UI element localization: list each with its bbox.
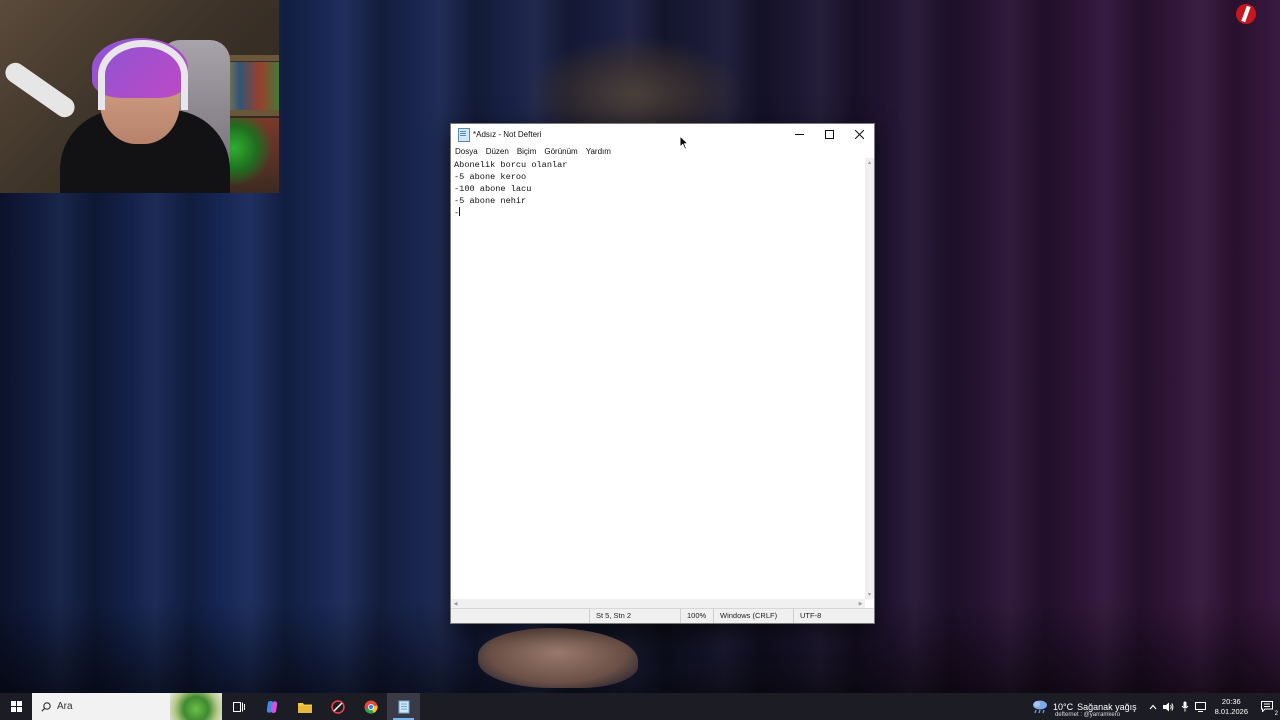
speaker-icon — [1163, 702, 1174, 711]
webcam-overlay — [0, 0, 279, 193]
menu-edit[interactable]: Düzen — [482, 147, 513, 156]
copilot-button[interactable] — [255, 693, 288, 720]
file-explorer-icon — [297, 702, 312, 713]
notepad-taskbar-button[interactable] — [387, 693, 420, 720]
scroll-right-icon[interactable]: ▶ — [856, 599, 865, 608]
mouse-cursor-icon — [679, 135, 689, 150]
window-controls — [784, 124, 874, 144]
notepad-icon — [398, 700, 409, 713]
maximize-icon — [824, 129, 834, 139]
logo-mark-icon — [1236, 4, 1256, 24]
menu-help[interactable]: Yardım — [582, 147, 615, 156]
scroll-down-icon[interactable]: ▼ — [865, 590, 874, 599]
task-view-button[interactable] — [222, 693, 255, 720]
notepad-window[interactable]: *Adsız - Not Defteri Dosya Düzen Biçim G… — [450, 123, 875, 624]
weather-rain-icon — [1032, 700, 1047, 713]
app-icon — [330, 699, 345, 714]
search-placeholder: Ara — [57, 701, 73, 712]
weather-description: Sağanak yağış — [1077, 701, 1137, 712]
line-ending: Windows (CRLF) — [713, 609, 777, 623]
show-hidden-icons-button[interactable] — [1145, 693, 1161, 720]
scroll-up-icon[interactable]: ▲ — [865, 158, 874, 167]
clock-time: 20:36 — [1221, 696, 1241, 706]
minimize-icon — [794, 133, 804, 135]
menu-format[interactable]: Biçim — [513, 147, 541, 156]
app-button[interactable] — [321, 693, 354, 720]
close-icon — [854, 129, 864, 139]
clock-date: 8.01.2026 — [1214, 706, 1248, 716]
status-bar: St 5, Stn 2 100% Windows (CRLF) UTF-8 — [451, 608, 874, 623]
vertical-scrollbar[interactable]: ▲ ▼ — [865, 158, 874, 599]
menu-view[interactable]: Görünüm — [540, 147, 581, 156]
minimize-button[interactable] — [784, 124, 814, 144]
close-button[interactable] — [844, 124, 874, 144]
text-caret — [459, 207, 461, 216]
chrome-icon — [364, 700, 378, 714]
title-bar[interactable]: *Adsız - Not Defteri — [451, 124, 874, 144]
encoding: UTF-8 — [793, 609, 821, 623]
chrome-button[interactable] — [354, 693, 387, 720]
cursor-position: St 5, Stn 2 — [589, 609, 631, 623]
taskbar: Ara 10°C Sağanak yağış defternet: @yarr… — [0, 693, 1280, 720]
editor-line: -5 abone keroo — [454, 172, 527, 182]
editor-line: -100 abone lacu — [454, 184, 532, 194]
editor-line: -5 abone nehir — [454, 196, 527, 206]
search-icon — [41, 701, 51, 712]
menu-bar: Dosya Düzen Biçim Görünüm Yardım — [451, 145, 874, 158]
chevron-up-icon — [1149, 704, 1157, 709]
start-button[interactable] — [0, 693, 32, 720]
notepad-icon — [457, 128, 470, 142]
weather-temperature: 10°C — [1052, 701, 1074, 712]
task-view-icon — [232, 701, 245, 712]
monitor-icon — [1195, 701, 1207, 712]
maximize-button[interactable] — [814, 124, 844, 144]
windows-logo-icon — [10, 701, 22, 712]
clock[interactable]: 20:36 8.01.2026 — [1215, 697, 1248, 717]
taskbar-search-box[interactable]: Ara — [32, 693, 222, 720]
editor-line-current: - — [454, 207, 862, 219]
search-highlight-image — [170, 693, 222, 720]
copilot-icon — [266, 700, 277, 713]
weather-widget[interactable]: 10°C Sağanak yağış defternet : @yarramke… — [1031, 699, 1137, 718]
microphone-icon — [1181, 701, 1189, 712]
headset — [98, 40, 188, 110]
microphone — [1, 58, 79, 122]
notification-icon — [1261, 701, 1273, 712]
weather-subtext: defternet : @yarramkero — [1054, 711, 1121, 718]
volume-button[interactable] — [1161, 693, 1177, 720]
microphone-button[interactable] — [1177, 693, 1193, 720]
channel-logo — [1236, 4, 1262, 24]
system-tray: 10°C Sağanak yağış defternet : @yarramke… — [1031, 693, 1280, 720]
zoom-level: 100% — [680, 609, 706, 623]
editor-line: Abonelik borcu olanlar — [454, 160, 568, 170]
notification-badge: 2 — [1274, 711, 1278, 717]
scroll-left-icon[interactable]: ◀ — [451, 599, 460, 608]
menu-file[interactable]: Dosya — [451, 147, 482, 156]
text-editor[interactable]: Abonelik borcu olanlar -5 abone keroo -100… — [451, 158, 865, 599]
horizontal-scrollbar[interactable]: ◀ ▶ — [451, 599, 865, 608]
window-title: *Adsız - Not Defteri — [473, 129, 542, 139]
display-button[interactable] — [1193, 693, 1209, 720]
notifications-button[interactable]: 2 — [1254, 693, 1280, 720]
file-explorer-button[interactable] — [288, 693, 321, 720]
